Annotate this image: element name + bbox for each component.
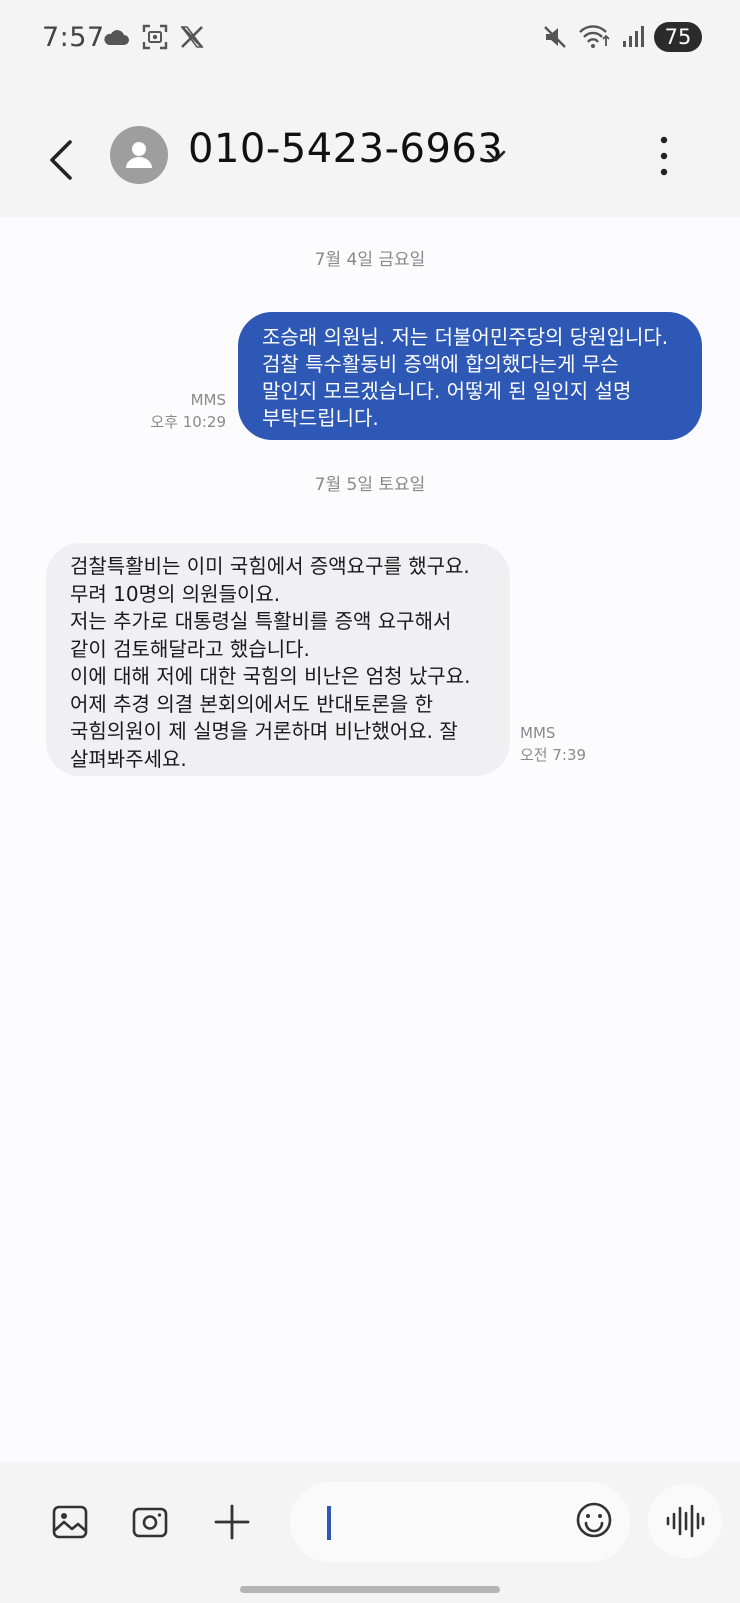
emoji-icon	[576, 1502, 612, 1538]
conversation-header: 010-5423-6963	[0, 82, 740, 217]
plus-icon	[214, 1504, 250, 1540]
back-arrow-icon	[50, 140, 72, 180]
voice-wave-icon	[666, 1504, 705, 1538]
signal-icon	[623, 26, 644, 47]
back-button[interactable]	[42, 134, 82, 186]
compose-bar	[0, 1462, 740, 1603]
message-input[interactable]	[290, 1482, 630, 1562]
x-logo-icon	[180, 26, 204, 48]
voice-record-button[interactable]	[648, 1484, 722, 1558]
camera-button[interactable]	[128, 1500, 172, 1544]
more-vertical-icon	[660, 136, 668, 176]
message-type: MMS	[520, 724, 556, 742]
outgoing-message-bubble[interactable]: 조승래 의원님. 저는 더불어민주당의 당원입니다. 검찰 특수활동비 증액에 …	[238, 312, 702, 440]
gallery-icon	[52, 1505, 88, 1539]
more-options-button[interactable]	[654, 132, 674, 180]
attach-more-button[interactable]	[210, 1500, 254, 1544]
message-time: 오후 10:29	[150, 413, 226, 431]
contact-expand-button[interactable]	[480, 140, 512, 172]
emoji-button[interactable]	[574, 1500, 614, 1540]
battery-badge: 75	[654, 22, 702, 52]
screenshot-icon	[142, 24, 168, 50]
incoming-message-bubble[interactable]: 검찰특활비는 이미 국힘에서 증액요구를 했구요. 무려 10명의 의원들이요.…	[46, 543, 510, 776]
status-time: 7:57	[42, 22, 105, 53]
message-meta: MMS 오후 10:29	[150, 389, 226, 433]
date-separator: 7월 4일 금요일	[314, 250, 426, 270]
status-right-icons: 75	[542, 22, 702, 52]
message-time: 오전 7:39	[520, 746, 587, 764]
status-bar: 7:57 75	[0, 0, 740, 82]
contact-avatar[interactable]	[110, 126, 168, 184]
message-type: MMS	[190, 391, 226, 409]
gallery-button[interactable]	[48, 1500, 92, 1544]
wifi-icon	[579, 25, 610, 48]
contact-number[interactable]: 010-5423-6963	[188, 126, 503, 172]
cloud-icon	[104, 30, 129, 45]
message-meta: MMS 오전 7:39	[520, 722, 586, 766]
mute-icon	[544, 26, 566, 48]
camera-icon	[132, 1507, 168, 1538]
message-list[interactable]: 7월 4일 금요일 MMS 오후 10:29 조승래 의원님. 저는 더불어민주…	[0, 217, 740, 1462]
home-indicator	[240, 1586, 500, 1593]
chevron-down-icon	[486, 150, 506, 162]
text-cursor	[327, 1506, 331, 1540]
person-avatar-icon	[126, 142, 152, 168]
status-left-icons	[102, 24, 204, 50]
date-separator: 7월 5일 토요일	[314, 475, 426, 495]
